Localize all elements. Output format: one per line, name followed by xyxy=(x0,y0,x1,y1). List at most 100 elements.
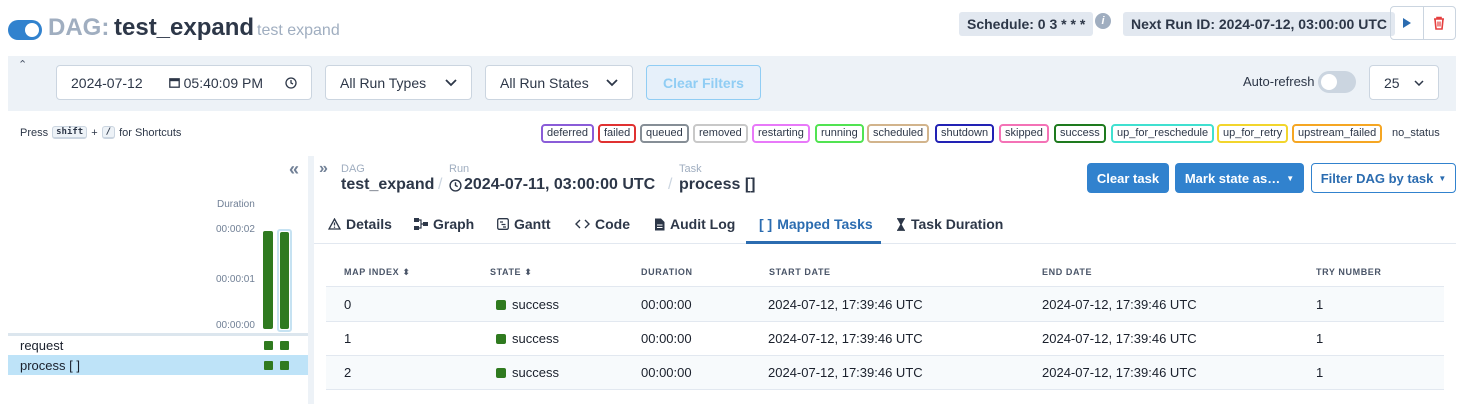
collapse-grid-icon[interactable]: « xyxy=(289,159,299,180)
brackets-icon: [ ] xyxy=(759,216,773,232)
chevron-down-icon xyxy=(1414,79,1424,86)
cell-state: success xyxy=(496,365,559,380)
legend-no-status[interactable]: no_status xyxy=(1386,124,1446,143)
info-icon[interactable]: i xyxy=(1095,13,1111,29)
page-size-value: 25 xyxy=(1384,74,1400,91)
filter-dag-label: Filter DAG by task xyxy=(1320,170,1434,186)
legend-restarting[interactable]: restarting xyxy=(752,124,810,143)
cell-state: success xyxy=(496,331,559,346)
cell-state: success xyxy=(496,297,559,312)
shift-key: shift xyxy=(52,126,88,139)
breadcrumb-task[interactable]: process [] xyxy=(679,176,755,194)
clear-task-button[interactable]: Clear task xyxy=(1087,163,1169,193)
run-state-select[interactable]: All Run States xyxy=(485,65,633,100)
mark-state-label: Mark state as… xyxy=(1184,170,1281,186)
filter-dag-button[interactable]: Filter DAG by task ▼ xyxy=(1311,163,1456,193)
breadcrumb-dag[interactable]: test_expand xyxy=(341,176,434,194)
duration-tick: 00:00:00 xyxy=(216,320,255,331)
state-label: success xyxy=(512,365,559,380)
column-header-map-index[interactable]: Map Index ⬍ xyxy=(344,267,411,278)
tab-code[interactable]: Code xyxy=(575,216,630,232)
run-duration-bar[interactable] xyxy=(280,232,289,329)
duration-tick: 00:00:02 xyxy=(216,224,255,235)
task-instance-square[interactable] xyxy=(280,361,289,370)
tab-label: Mapped Tasks xyxy=(777,216,873,232)
table-row[interactable]: 0 success 00:00:00 2024-07-12, 17:39:46 … xyxy=(326,287,1444,321)
graph-icon xyxy=(414,218,428,230)
code-icon xyxy=(575,219,590,229)
page-size-select[interactable]: 25 xyxy=(1369,65,1439,100)
run-duration-bar[interactable] xyxy=(263,231,273,329)
legend-up-for-retry[interactable]: up_for_retry xyxy=(1217,124,1289,143)
tab-label: Task Duration xyxy=(911,216,1004,232)
legend-deferred[interactable]: deferred xyxy=(541,124,594,143)
shortcut-hint: Press shift + / for Shortcuts xyxy=(20,126,181,139)
header-label: Map Index xyxy=(344,267,400,277)
legend-shutdown[interactable]: shutdown xyxy=(935,124,995,143)
tab-audit-log[interactable]: Audit Log xyxy=(654,216,735,232)
task-name[interactable]: request xyxy=(20,338,63,353)
legend-queued[interactable]: queued xyxy=(640,124,689,143)
legend-scheduled[interactable]: scheduled xyxy=(867,124,930,143)
state-label: success xyxy=(512,331,559,346)
clear-filters-button[interactable]: Clear Filters xyxy=(646,65,761,100)
task-name[interactable]: process [ ] xyxy=(20,358,80,373)
cell-start-date: 2024-07-12, 17:39:46 UTC xyxy=(768,297,923,312)
table-row[interactable]: 1 success 00:00:00 2024-07-12, 17:39:46 … xyxy=(326,322,1444,356)
legend-upstream-failed[interactable]: upstream_failed xyxy=(1292,124,1383,143)
tab-label: Code xyxy=(595,216,630,232)
legend-removed[interactable]: removed xyxy=(693,124,748,143)
mark-state-button[interactable]: Mark state as… ▼ xyxy=(1175,163,1304,193)
sort-icon: ⬍ xyxy=(402,267,411,277)
warning-icon xyxy=(328,218,341,230)
cell-map-index: 2 xyxy=(344,365,352,380)
tab-details[interactable]: Details xyxy=(328,216,392,232)
task-instance-square[interactable] xyxy=(264,361,273,370)
legend-failed[interactable]: failed xyxy=(598,124,637,143)
chevron-down-icon xyxy=(606,78,618,86)
tab-task-duration[interactable]: Task Duration xyxy=(896,216,1003,232)
run-type-value: All Run Types xyxy=(340,74,427,91)
dag-pause-toggle[interactable] xyxy=(8,20,42,40)
legend-success[interactable]: success xyxy=(1054,124,1106,143)
shortcut-suffix: for Shortcuts xyxy=(119,126,182,139)
collapse-filters-icon[interactable]: ⌃ xyxy=(18,58,27,71)
task-instance-square[interactable] xyxy=(264,341,273,350)
tab-mapped-tasks[interactable]: [ ] Mapped Tasks xyxy=(759,216,873,232)
column-header-end-date: End Date xyxy=(1042,267,1093,277)
expand-grid-icon[interactable]: » xyxy=(319,160,328,178)
legend-running[interactable]: running xyxy=(815,124,864,143)
base-date-input[interactable]: 2024-07-12 05:40:09 PM xyxy=(56,65,312,100)
tab-label: Details xyxy=(346,216,392,232)
column-header-state[interactable]: State ⬍ xyxy=(490,267,532,278)
table-row[interactable]: 2 success 00:00:00 2024-07-12, 17:39:46 … xyxy=(326,356,1444,390)
gantt-icon xyxy=(497,218,509,230)
trigger-dag-button[interactable] xyxy=(1391,7,1424,39)
cell-end-date: 2024-07-12, 17:39:46 UTC xyxy=(1042,365,1197,380)
cell-map-index: 1 xyxy=(344,331,352,346)
shortcut-plus: + xyxy=(91,126,98,139)
date-value: 2024-07-12 xyxy=(71,74,143,91)
caret-down-icon: ▼ xyxy=(1438,173,1447,183)
breadcrumb-task-label: Task xyxy=(679,163,702,175)
panel-divider[interactable] xyxy=(308,156,314,404)
sort-icon: ⬍ xyxy=(524,267,533,277)
dag-description: test expand xyxy=(257,22,340,39)
cell-start-date: 2024-07-12, 17:39:46 UTC xyxy=(768,365,923,380)
tab-label: Graph xyxy=(433,216,475,232)
legend-skipped[interactable]: skipped xyxy=(999,124,1049,143)
run-type-select[interactable]: All Run Types xyxy=(325,65,472,100)
cell-try-number: 1 xyxy=(1316,365,1324,380)
tab-gantt[interactable]: Gantt xyxy=(497,216,551,232)
tab-graph[interactable]: Graph xyxy=(414,216,474,232)
task-instance-square[interactable] xyxy=(280,341,289,350)
state-square xyxy=(496,300,506,310)
run-state-value: All Run States xyxy=(500,74,589,91)
breadcrumb-run[interactable]: 2024-07-11, 03:00:00 UTC xyxy=(449,176,655,194)
state-label: success xyxy=(512,297,559,312)
breadcrumb-separator: / xyxy=(668,176,673,193)
auto-refresh-toggle[interactable] xyxy=(1318,71,1356,93)
dag-title: test_expand xyxy=(114,14,255,41)
delete-dag-button[interactable] xyxy=(1424,7,1456,39)
legend-up-for-reschedule[interactable]: up_for_reschedule xyxy=(1111,124,1215,143)
